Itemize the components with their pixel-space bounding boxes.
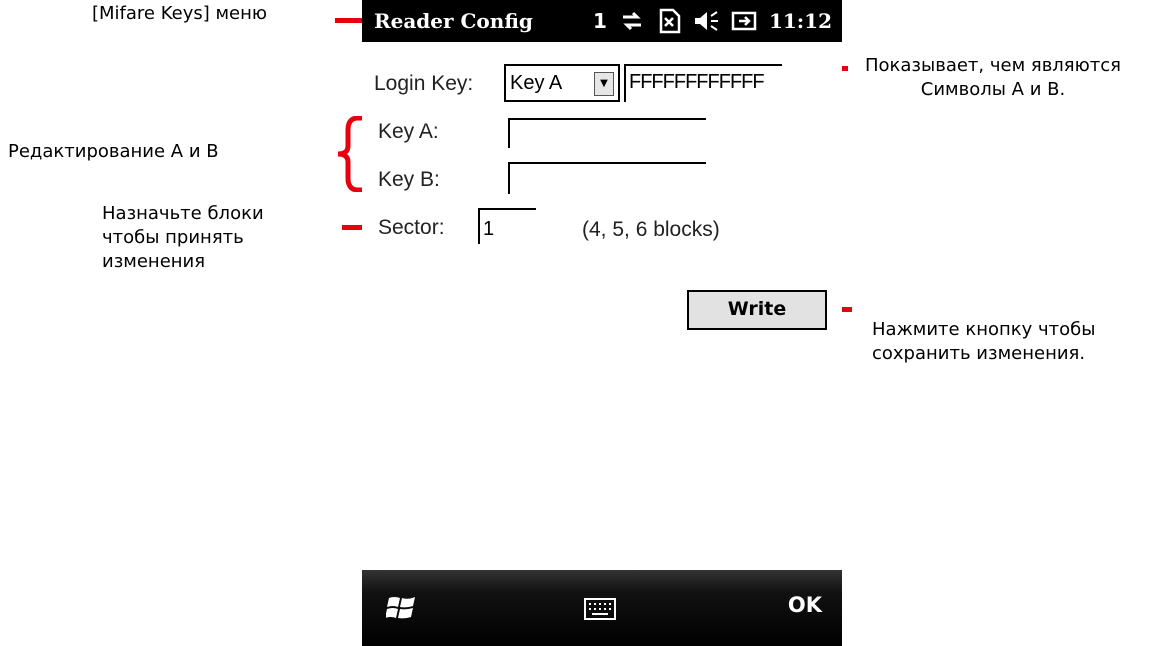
key-b-label: Key B: xyxy=(378,168,440,191)
annotation-menu: [Mifare Keys] меню xyxy=(92,3,268,24)
app-title: Reader Config xyxy=(374,9,533,33)
signal-1-icon: 1 xyxy=(593,9,607,33)
clock: 11:12 xyxy=(768,9,832,33)
ok-button[interactable]: OK xyxy=(788,593,822,617)
chevron-down-icon[interactable]: ▼ xyxy=(594,72,614,96)
annotation-shows-line1: Показывает, чем являются xyxy=(864,55,1122,76)
login-key-selected: Key A xyxy=(510,72,563,94)
status-bar: Reader Config 1 11:12 xyxy=(362,0,842,42)
sector-value: 1 xyxy=(483,218,494,240)
annotation-shows-line2: Символы А и В. xyxy=(920,79,1066,100)
annotation-marker-sector xyxy=(342,225,364,230)
annotation-edit-keys: Редактирование А и В xyxy=(8,141,219,162)
bottom-bar: OK xyxy=(362,570,842,646)
annotation-press: Нажмите кнопку чтобы сохранить изменения… xyxy=(872,318,1095,366)
device-screen: Reader Config 1 11:12 Login Key: Key A ▼… xyxy=(362,0,842,646)
data-arrows-icon xyxy=(622,11,641,31)
key-a-input[interactable] xyxy=(508,118,706,148)
status-icons: 1 11:12 xyxy=(593,0,832,42)
annotation-press-line2: сохранить изменения. xyxy=(872,343,1086,364)
annotation-assign-line3: изменения xyxy=(102,251,206,272)
battery-plug-icon xyxy=(731,11,757,31)
annotation-marker-menu xyxy=(335,18,365,23)
write-button[interactable]: Write xyxy=(687,290,827,330)
annotation-assign-line1: Назначьте блоки xyxy=(102,203,264,224)
sector-input[interactable]: 1 xyxy=(478,208,536,244)
login-key-select[interactable]: Key A ▼ xyxy=(504,64,620,102)
no-sim-icon xyxy=(659,8,681,34)
key-a-label: Key A: xyxy=(378,120,439,143)
annotation-assign-line2: чтобы принять xyxy=(102,227,244,248)
sector-hint: (4, 5, 6 blocks) xyxy=(582,218,720,241)
login-key-value: FFFFFFFFFFFF xyxy=(629,71,765,93)
login-key-label: Login Key: xyxy=(374,72,474,95)
keyboard-icon[interactable] xyxy=(584,598,616,620)
annotation-assign: Назначьте блоки чтобы принять изменения xyxy=(102,202,264,274)
sector-label: Sector: xyxy=(378,216,445,239)
windows-start-icon[interactable] xyxy=(386,592,418,624)
annotation-press-line1: Нажмите кнопку чтобы xyxy=(872,319,1096,340)
key-b-input[interactable] xyxy=(508,162,706,194)
annotation-shows: Показывает, чем являются Символы А и В. xyxy=(822,54,1164,102)
login-key-input[interactable]: FFFFFFFFFFFF xyxy=(624,64,782,102)
speaker-icon xyxy=(694,11,718,31)
